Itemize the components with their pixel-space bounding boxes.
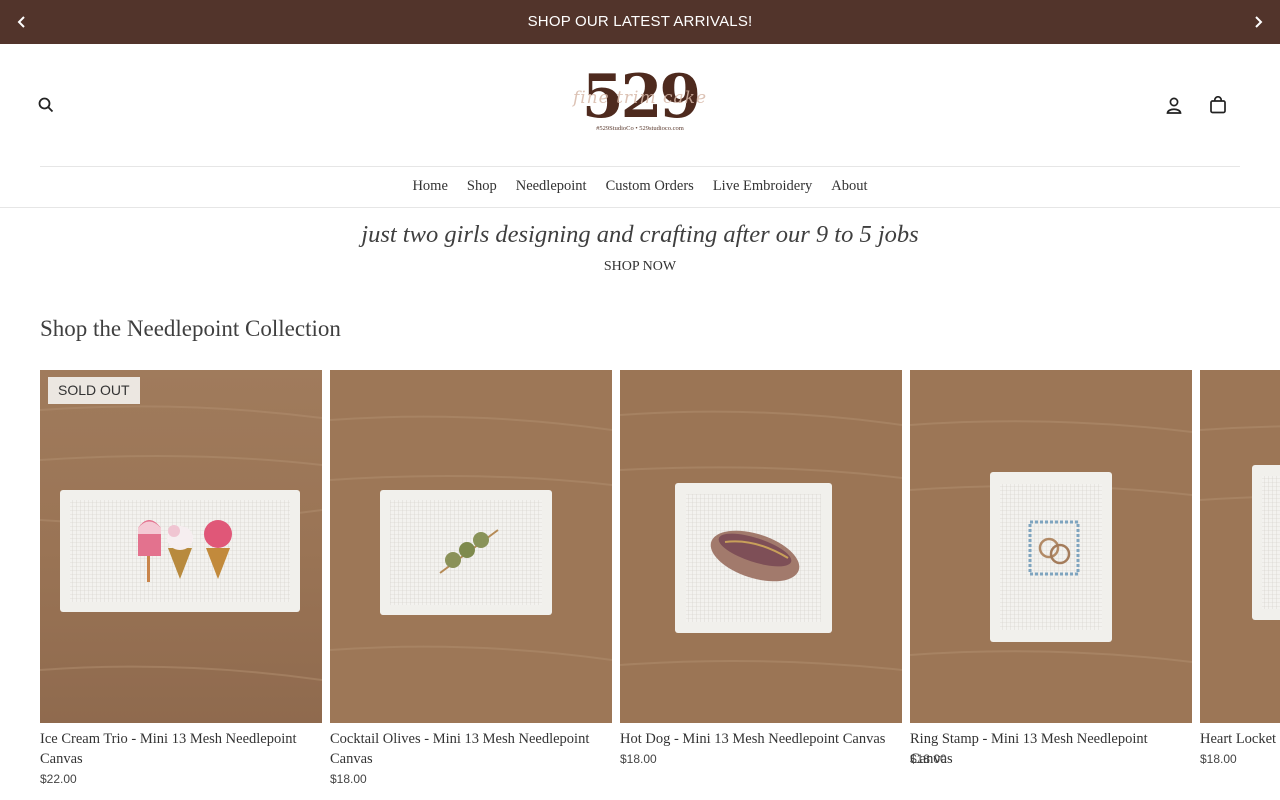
cart-icon[interactable] [1204, 91, 1232, 119]
shop-now-link[interactable]: SHOP NOW [580, 257, 700, 277]
product-price: $18.00 [910, 752, 947, 766]
main-nav: Home Shop Needlepoint Custom Orders Live… [0, 175, 1280, 197]
product-image[interactable]: SOLD OUT [40, 370, 322, 723]
chevron-left-icon[interactable] [12, 12, 32, 32]
product-title[interactable]: Cocktail Olives - Mini 13 Mesh Needlepoi… [330, 730, 612, 769]
product-title[interactable]: Ring Stamp - Mini 13 Mesh Needlepoint Ca… [910, 730, 1192, 769]
site-logo[interactable]: 529 fine trim cake #529StudioCo • 529stu… [565, 66, 715, 136]
nav-item-home[interactable]: Home [412, 175, 447, 197]
product-image[interactable] [620, 370, 902, 723]
product-price: $18.00 [620, 752, 657, 766]
product-title[interactable]: Heart Locket - Mini 13 Mesh Needlepoint … [1200, 730, 1280, 750]
product-price: $18.00 [1200, 752, 1237, 766]
header-divider [40, 166, 1240, 167]
product-image[interactable] [330, 370, 612, 723]
announcement-text[interactable]: SHOP OUR LATEST ARRIVALS! [0, 0, 1280, 44]
search-icon[interactable] [32, 91, 60, 119]
product-card[interactable]: SOLD OUT Ice Cream Trio - Mini 13 Mesh N… [40, 370, 322, 800]
account-icon[interactable] [1160, 91, 1188, 119]
hero-tagline: just two girls designing and crafting af… [361, 221, 919, 248]
product-title[interactable]: Ice Cream Trio - Mini 13 Mesh Needlepoin… [40, 730, 322, 769]
product-card[interactable]: Ring Stamp - Mini 13 Mesh Needlepoint Ca… [910, 370, 1192, 800]
nav-item-custom-orders[interactable]: Custom Orders [606, 175, 694, 197]
sold-out-badge: SOLD OUT [48, 377, 140, 404]
chevron-right-icon[interactable] [1248, 12, 1268, 32]
product-price: $22.00 [40, 772, 77, 786]
collection-title: Shop the Needlepoint Collection [40, 316, 341, 341]
nav-item-shop[interactable]: Shop [467, 175, 497, 197]
logo-tagline: #529StudioCo • 529studioco.com [596, 125, 684, 132]
product-card[interactable]: Cocktail Olives - Mini 13 Mesh Needlepoi… [330, 370, 612, 800]
site-header: 529 fine trim cake #529StudioCo • 529stu… [0, 44, 1280, 208]
logo-script: fine trim cake [572, 88, 708, 108]
product-image[interactable] [1200, 370, 1280, 723]
product-card[interactable]: Heart Locket - Mini 13 Mesh Needlepoint … [1200, 370, 1280, 800]
product-price: $18.00 [330, 772, 367, 786]
nav-item-needlepoint[interactable]: Needlepoint [516, 175, 587, 197]
product-title[interactable]: Hot Dog - Mini 13 Mesh Needlepoint Canva… [620, 730, 902, 750]
announcement-bar: SHOP OUR LATEST ARRIVALS! [0, 0, 1280, 44]
nav-item-about[interactable]: About [831, 175, 867, 197]
nav-item-live-embroidery[interactable]: Live Embroidery [713, 175, 812, 197]
product-card[interactable]: Hot Dog - Mini 13 Mesh Needlepoint Canva… [620, 370, 902, 800]
product-image[interactable] [910, 370, 1192, 723]
